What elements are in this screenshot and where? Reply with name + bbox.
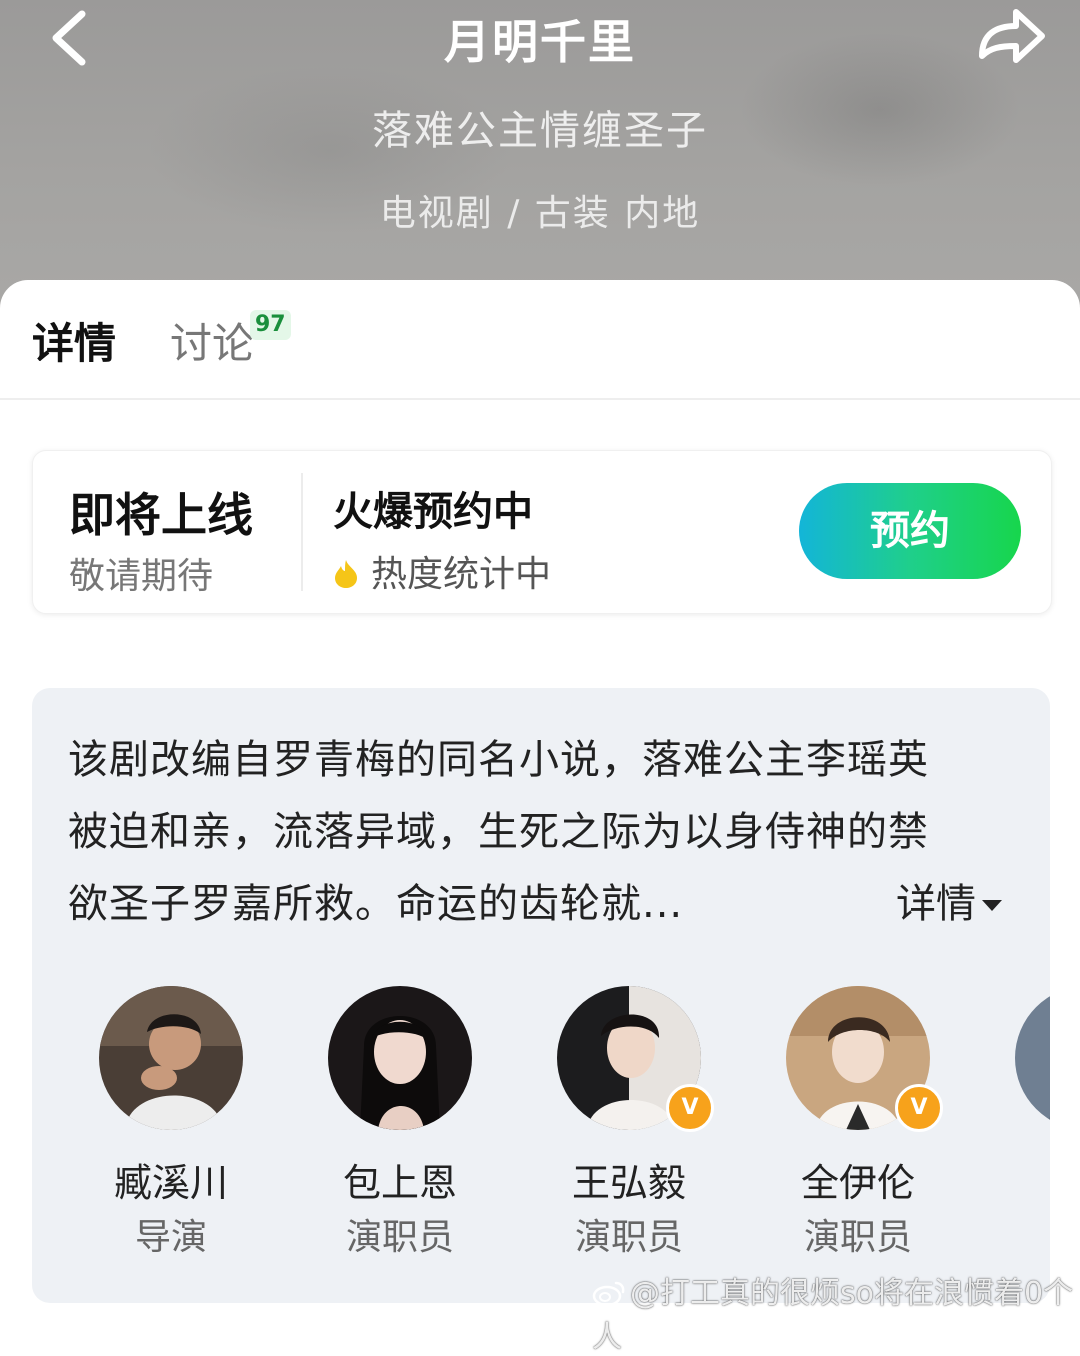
header-banner: 月明千里 落难公主情缠圣子 电视剧 / 古装 内地 — [0, 0, 1080, 320]
cast-name: 臧溪川 — [113, 1161, 228, 1205]
discussion-count-badge: 97 — [250, 310, 291, 340]
content-sheet: 详情 讨论 97 即将上线 敬请期待 火爆预约中 热度统计中 预约 该剧改编自罗… — [0, 280, 1080, 1313]
cast-role: 演职员 — [574, 1217, 683, 1258]
cast-role: 导演 — [134, 1217, 207, 1258]
cast-role: 演职员 — [803, 1217, 912, 1258]
genre-meta: 电视剧 / 古装 内地 — [379, 193, 701, 234]
avatar — [328, 986, 472, 1130]
release-note: 敬请期待 — [69, 556, 214, 597]
avatar — [99, 986, 243, 1130]
synopsis-text: 该剧改编自罗青梅的同名小说，落难公主李瑶英被迫和亲，流落异域，生死之际为以身侍神… — [68, 737, 929, 927]
reserve-button[interactable]: 预约 — [799, 483, 1021, 579]
weibo-icon — [592, 1281, 625, 1307]
hot-reservation-label: 火爆预约中 — [333, 489, 533, 535]
watermark-text: @打工真的很烦so将在浪惯着0个人 — [592, 1276, 1074, 1355]
tab-discussion[interactable]: 讨论 — [170, 310, 254, 371]
share-icon — [979, 9, 1045, 63]
page-subtitle: 落难公主情缠圣子 — [372, 108, 708, 154]
heat-stat: 热度统计中 — [333, 545, 551, 597]
cast-role: 演 — [1002, 1208, 1050, 1260]
flame-icon — [335, 560, 357, 588]
tab-detail[interactable]: 详情 — [32, 310, 116, 371]
info-card: 该剧改编自罗青梅的同名小说，落难公主李瑶英被迫和亲，流落异域，生死之际为以身侍神… — [32, 688, 1050, 1303]
cast-name: 全伊伦 — [800, 1161, 915, 1205]
cast-name: 王弘毅 — [571, 1161, 686, 1205]
cast-name: 包上恩 — [342, 1161, 457, 1205]
synopsis-more-button[interactable]: 详情 — [896, 868, 1002, 940]
caret-down-icon — [982, 900, 1002, 911]
share-button[interactable] — [968, 0, 1052, 70]
synopsis-more-label: 详情 — [896, 881, 976, 927]
tab-bar: 详情 讨论 97 — [0, 280, 1080, 400]
verified-badge-icon: V — [666, 1084, 714, 1132]
verified-badge-icon: V — [895, 1084, 943, 1132]
release-card: 即将上线 敬请期待 火爆预约中 热度统计中 预约 — [32, 450, 1052, 614]
cast-role: 演职员 — [345, 1217, 454, 1258]
divider — [301, 473, 303, 591]
avatar — [1015, 986, 1050, 1130]
watermark: @打工真的很烦so将在浪惯着0个人 — [592, 1268, 1080, 1356]
page-title: 月明千里 — [444, 15, 636, 69]
heat-stat-label: 热度统计中 — [371, 554, 552, 595]
cast-name: 马 — [1002, 1152, 1050, 1207]
release-status: 即将上线 — [69, 488, 253, 542]
